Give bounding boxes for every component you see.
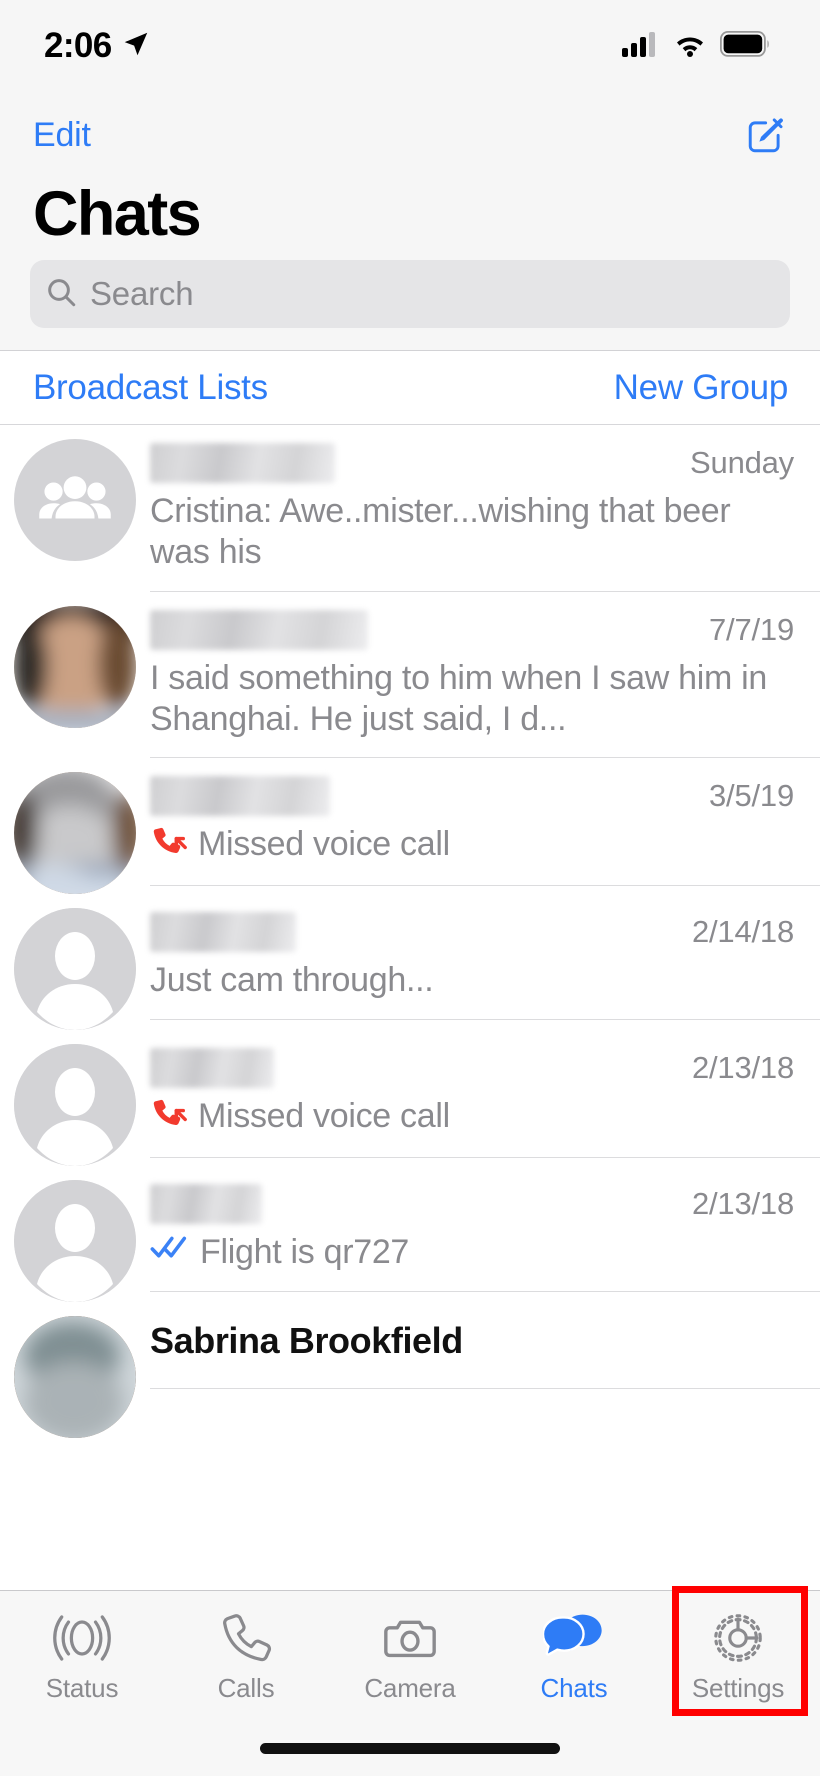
chat-name-redacted: [150, 443, 335, 484]
edit-button[interactable]: Edit: [33, 116, 91, 155]
chat-timestamp: 2/13/18: [691, 1050, 794, 1086]
cellular-signal-icon: [622, 31, 660, 62]
avatar: [0, 1166, 150, 1303]
tab-calls[interactable]: Calls: [164, 1591, 328, 1719]
chat-bubbles-icon: [543, 1609, 605, 1667]
nav-bar: Edit: [0, 92, 820, 178]
chat-name-redacted: [150, 1184, 262, 1225]
tab-camera-label: Camera: [364, 1673, 456, 1703]
chat-preview-message: Cristina: Awe..mister...wishing that bee…: [150, 492, 731, 572]
chat-list[interactable]: Sunday Cristina: Awe..mister...wishing t…: [0, 425, 820, 1776]
tab-camera[interactable]: Camera: [328, 1591, 492, 1719]
chat-timestamp: 7/7/19: [709, 611, 794, 647]
default-person-avatar-icon: [14, 1180, 136, 1303]
chat-preview-row: Missed voice call: [150, 824, 794, 867]
tab-status[interactable]: Status: [0, 1591, 164, 1719]
status-rings-icon: [53, 1609, 111, 1667]
list-actions-bar: Broadcast Lists New Group: [0, 351, 820, 426]
chat-row-header: 2/14/18: [150, 912, 794, 953]
tab-status-label: Status: [45, 1673, 119, 1703]
whatsapp-chats-screen: 2:06 Edit Chats Search Broadcast Lists N…: [0, 0, 820, 1776]
chat-row-content: 2/13/18 Flight is qr727: [150, 1166, 820, 1293]
avatar: [0, 894, 150, 1031]
status-bar-left: 2:06: [44, 26, 151, 66]
tab-chats-label: Chats: [540, 1673, 608, 1703]
table-row[interactable]: Sabrina Brookfield: [0, 1302, 820, 1439]
chat-row-content: 2/14/18 Just cam through...: [150, 894, 820, 1021]
chat-row-header: Sunday: [150, 443, 794, 484]
chat-row-content: Sabrina Brookfield: [150, 1302, 820, 1390]
avatar: [0, 425, 150, 562]
chat-row-header: 3/5/19: [150, 776, 794, 817]
avatar: [0, 758, 150, 895]
search-container: Search: [0, 260, 820, 350]
chat-preview-message: Missed voice call: [198, 825, 450, 864]
status-bar: 2:06: [0, 0, 820, 92]
default-person-avatar-icon: [14, 908, 136, 1031]
page-title: Chats: [33, 179, 202, 249]
chat-row-header: Sabrina Brookfield: [150, 1320, 794, 1362]
location-arrow-icon: [121, 29, 151, 64]
tab-chats[interactable]: Chats: [492, 1591, 656, 1719]
chat-timestamp: 3/5/19: [709, 778, 794, 814]
photo-avatar-blurred: [14, 605, 136, 728]
missed-voice-call-icon: [150, 1096, 188, 1139]
default-person-avatar-icon: [14, 1044, 136, 1167]
table-row[interactable]: 3/5/19 Missed voice call: [0, 758, 820, 895]
photo-avatar-blurred: [14, 1316, 136, 1439]
chat-row-content: Sunday Cristina: Awe..mister...wishing t…: [150, 425, 820, 592]
missed-voice-call-icon: [150, 824, 188, 867]
chat-preview-message: Missed voice call: [198, 1097, 450, 1136]
compose-new-message-icon[interactable]: [744, 113, 788, 157]
chat-name: Sabrina Brookfield: [150, 1320, 463, 1362]
read-receipt-double-check-icon: [150, 1232, 190, 1267]
chat-row-header: 7/7/19: [150, 609, 794, 650]
broadcast-lists-button[interactable]: Broadcast Lists: [33, 368, 268, 408]
chat-preview-row: Missed voice call: [150, 1096, 794, 1139]
home-indicator: [260, 1743, 560, 1754]
chat-preview-message: Just cam through...: [150, 961, 434, 1000]
chat-row-content: 3/5/19 Missed voice call: [150, 758, 820, 887]
group-avatar-icon: [14, 439, 136, 562]
chat-preview-row: Flight is qr727: [150, 1232, 794, 1273]
avatar: [0, 1302, 150, 1439]
table-row[interactable]: 2/13/18 Flight is qr727: [0, 1166, 820, 1303]
battery-full-icon: [719, 30, 770, 62]
tab-bar: Status Calls Camera Chats Settings: [0, 1590, 820, 1776]
tab-calls-label: Calls: [217, 1673, 275, 1703]
avatar: [0, 592, 150, 728]
chat-row-header: 2/13/18: [150, 1184, 794, 1225]
chat-name-redacted: [150, 609, 368, 650]
chat-preview-message: I said something to him when I saw him i…: [150, 658, 767, 738]
table-row[interactable]: Sunday Cristina: Awe..mister...wishing t…: [0, 425, 820, 592]
camera-icon: [381, 1609, 439, 1667]
tab-settings-label: Settings: [691, 1673, 785, 1703]
chat-timestamp: Sunday: [690, 445, 794, 481]
chat-timestamp: 2/13/18: [691, 1186, 794, 1222]
avatar: [0, 1030, 150, 1167]
new-group-button[interactable]: New Group: [614, 368, 789, 408]
chat-name-redacted: [150, 1048, 274, 1089]
chat-row-content: 7/7/19 I said something to him when I sa…: [150, 592, 820, 759]
chat-timestamp: 2/14/18: [691, 914, 794, 950]
search-icon: [44, 275, 78, 314]
page-header: Edit Chats Search: [0, 92, 820, 352]
chat-preview-message: Flight is qr727: [200, 1233, 410, 1272]
search-placeholder: Search: [90, 275, 194, 313]
status-bar-clock: 2:06: [44, 26, 112, 65]
gear-icon: [709, 1609, 767, 1667]
chat-name-redacted: [150, 912, 296, 953]
chat-row-header: 2/13/18: [150, 1048, 794, 1089]
table-row[interactable]: 2/13/18 Missed voice call: [0, 1030, 820, 1167]
chat-name-redacted: [150, 776, 330, 817]
photo-avatar-blurred: [14, 772, 136, 895]
status-bar-right: [622, 30, 770, 62]
search-input[interactable]: Search: [30, 260, 790, 329]
table-row[interactable]: 7/7/19 I said something to him when I sa…: [0, 591, 820, 759]
phone-handset-icon: [218, 1609, 274, 1667]
table-row[interactable]: 2/14/18 Just cam through...: [0, 894, 820, 1031]
wifi-icon: [673, 31, 707, 62]
chat-row-content: 2/13/18 Missed voice call: [150, 1030, 820, 1159]
tab-settings[interactable]: Settings: [656, 1591, 820, 1719]
